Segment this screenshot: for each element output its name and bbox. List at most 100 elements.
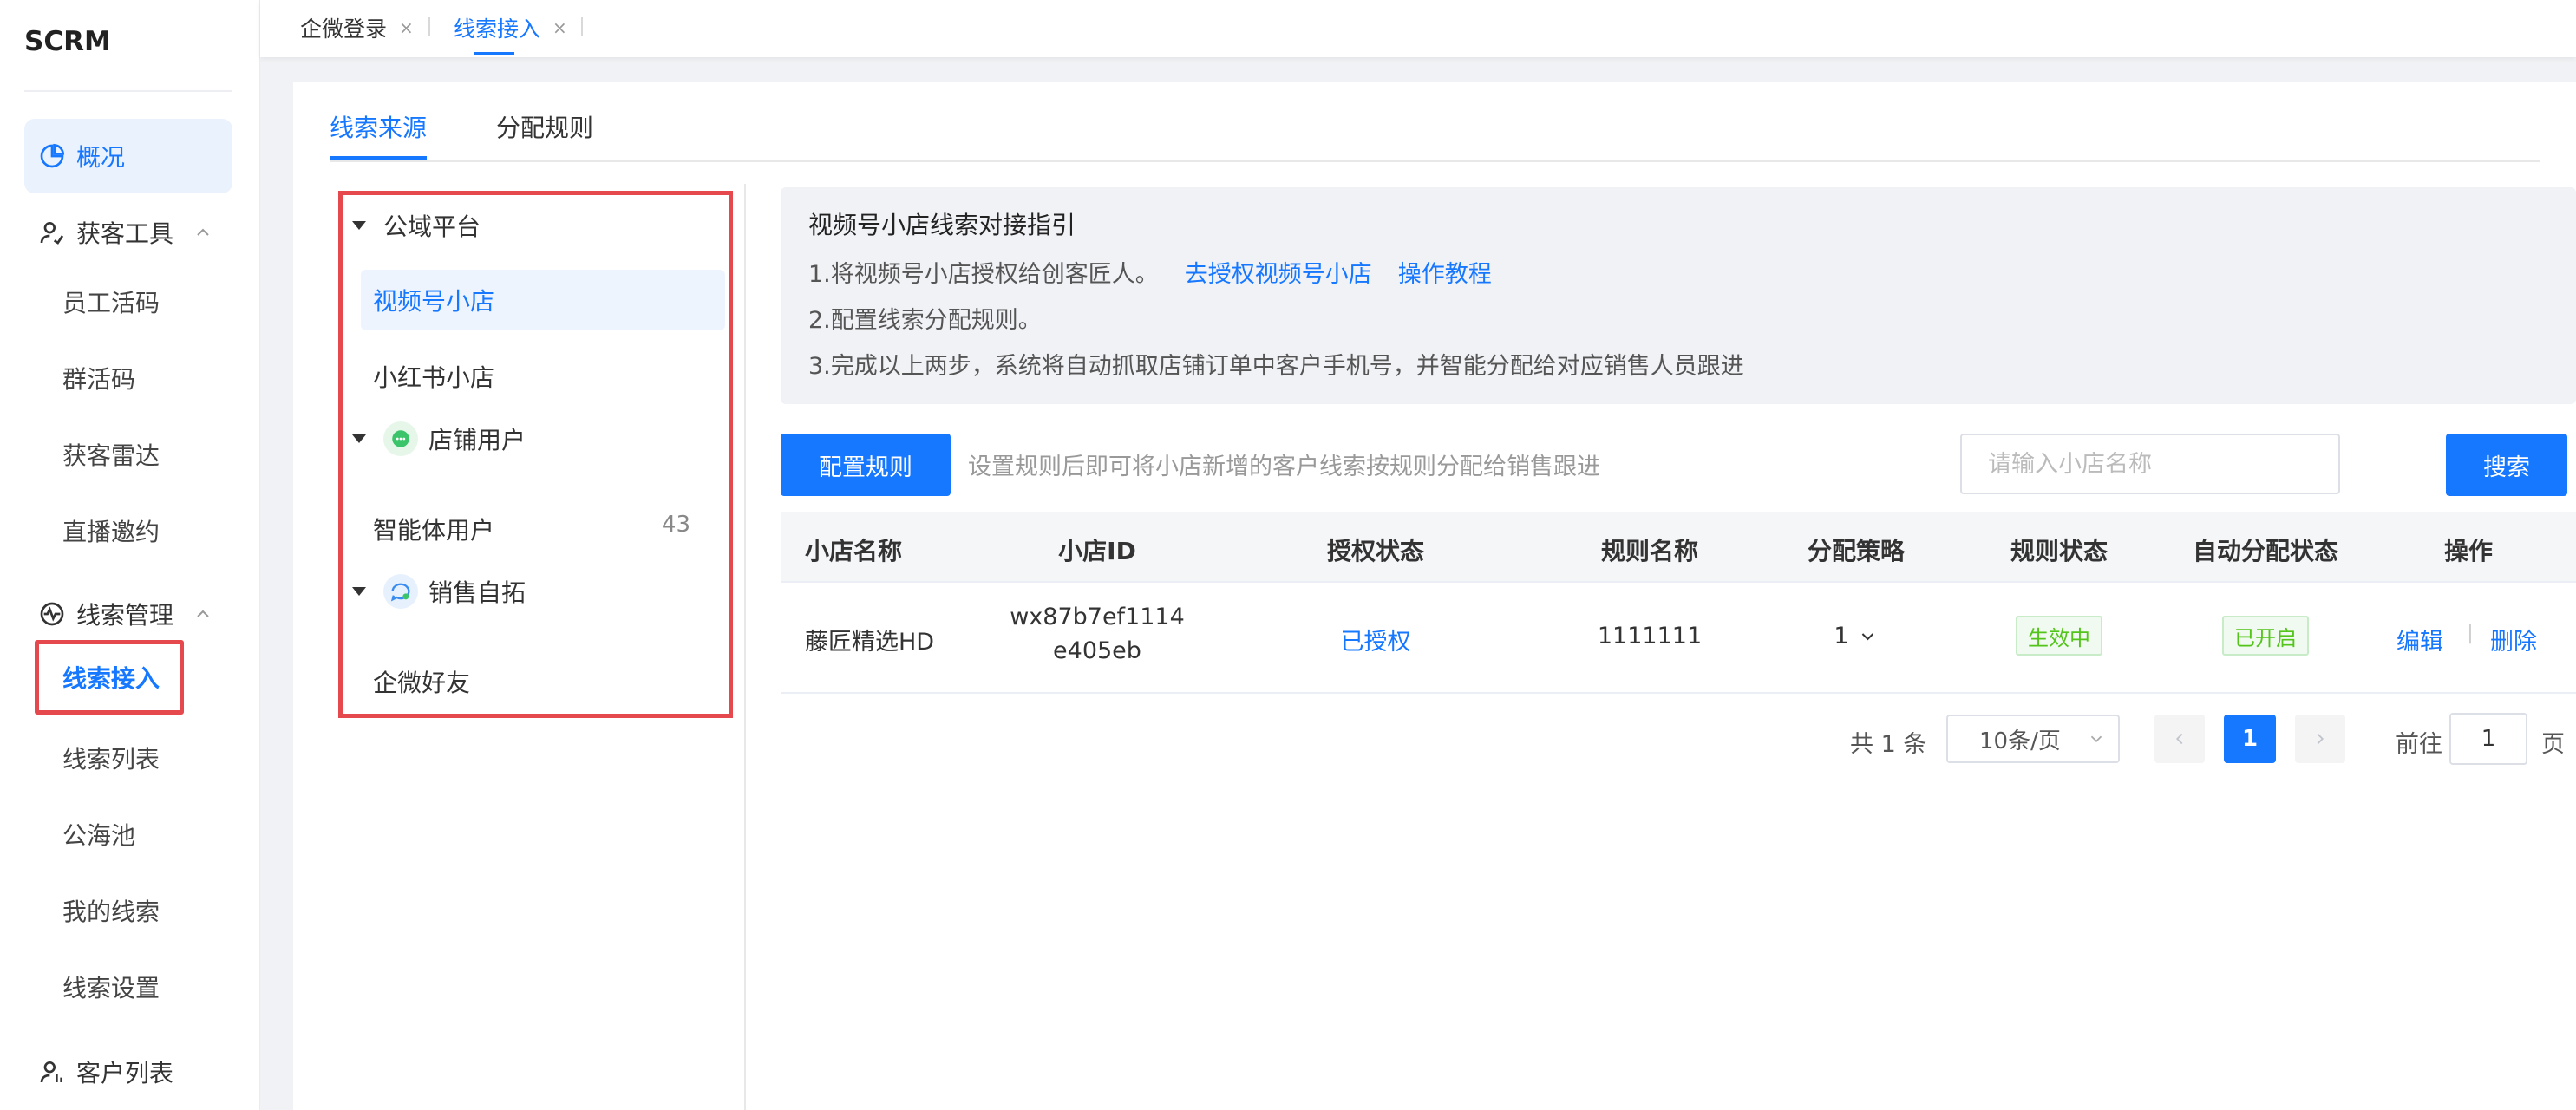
guide-title: 视频号小店线索对接指引 <box>808 211 1076 239</box>
goto-page-input[interactable] <box>2449 713 2527 765</box>
search-button[interactable]: 搜索 <box>2446 434 2567 496</box>
count-badge: 43 <box>661 512 690 538</box>
edit-link[interactable]: 编辑 <box>2396 623 2443 656</box>
caret-down-icon <box>352 221 366 230</box>
integration-guide: 视频号小店线索对接指引 1.将视频号小店授权给创客匠人。 去授权视频号小店 操作… <box>781 187 2576 404</box>
sidebar-item-customer-list[interactable]: 客户列表 <box>38 1046 173 1098</box>
tab-label: 线索接入 <box>454 16 541 42</box>
sidebar-item-label: 概况 <box>76 143 126 172</box>
column-header: 小店ID <box>1058 537 1136 565</box>
divider: | <box>2467 623 2474 644</box>
chat-bubble-icon <box>383 421 418 456</box>
pulse-icon <box>40 602 64 626</box>
sidebar-item-group-code[interactable]: 群活码 <box>62 361 135 395</box>
sidebar-group-label: 线索管理 <box>76 601 174 630</box>
column-header: 规则名称 <box>1600 537 1699 565</box>
sidebar-group-label: 获客工具 <box>76 219 174 248</box>
page-suffix: 页 <box>2541 731 2565 758</box>
tutorial-link[interactable]: 操作教程 <box>1398 255 1492 289</box>
guide-step: 1.将视频号小店授权给创客匠人。 去授权视频号小店 操作教程 <box>808 255 2548 289</box>
goto-label: 前往 <box>2396 731 2442 758</box>
column-header: 规则状态 <box>2010 537 2109 565</box>
divider <box>24 90 232 92</box>
guide-step: 2.配置线索分配规则。 <box>808 307 1042 334</box>
delete-link[interactable]: 删除 <box>2490 623 2537 656</box>
divider <box>744 184 746 1110</box>
sidebar-item-overview[interactable]: 概况 <box>24 119 232 193</box>
page-number-current[interactable]: 1 <box>2224 715 2276 763</box>
column-header: 小店名称 <box>805 537 903 565</box>
shop-id-line: e405eb <box>1053 637 1141 664</box>
tree-item-wecom-friends[interactable]: 企微好友 <box>373 664 470 699</box>
sidebar-item-public-pool[interactable]: 公海池 <box>62 817 135 852</box>
table-row: 藤匠精选HD wx87b7ef1114 e405eb 已授权 1111111 1… <box>781 583 2576 694</box>
pagination-total: 共 1 条 <box>1850 731 1927 758</box>
sidebar-group-acquire[interactable]: 获客工具 <box>38 206 224 258</box>
sidebar-group-clue[interactable]: 线索管理 <box>38 588 224 640</box>
sidebar: SCRM 概况 获客工具 员工活码 群活码 获客雷达 直播邀约 线索管理 线索接… <box>0 0 260 1110</box>
sidebar-item-my-clues[interactable]: 我的线索 <box>62 893 160 928</box>
chevron-up-icon <box>197 610 209 617</box>
customer-icon <box>40 1061 62 1083</box>
tree-node-label: 公域平台 <box>383 212 481 241</box>
sidebar-item-radar[interactable]: 获客雷达 <box>62 437 160 472</box>
prev-page-button[interactable] <box>2154 715 2205 763</box>
close-icon[interactable]: × <box>399 17 414 38</box>
chat-icon <box>383 574 418 609</box>
chevron-down-icon <box>2090 735 2102 743</box>
tab-wecom-login[interactable]: 企微登录 × <box>300 12 414 43</box>
shop-search-input[interactable] <box>1960 434 2340 494</box>
next-page-button[interactable] <box>2295 715 2345 763</box>
guide-step: 3.完成以上两步，系统将自动抓取店铺订单中客户手机号，并智能分配给对应销售人员跟… <box>808 353 1744 380</box>
shop-name-cell: 藤匠精选HD <box>805 629 935 656</box>
chevron-down-icon <box>1861 632 1874 640</box>
user-tool-icon <box>40 222 64 245</box>
column-header: 操作 <box>2443 537 2494 565</box>
divider <box>330 160 2540 162</box>
auto-assign-badge: 已开启 <box>2222 616 2309 656</box>
page-size-value: 10条/页 <box>1979 728 2061 754</box>
close-icon[interactable]: × <box>552 17 567 38</box>
strategy-dropdown[interactable]: 1 <box>1834 623 1878 650</box>
active-tab-indicator <box>330 156 427 160</box>
tab-label: 企微登录 <box>300 16 388 42</box>
config-hint: 设置规则后即可将小店新增的客户线索按规则分配给销售跟进 <box>968 454 1600 480</box>
top-tab-bar: 企微登录 × 线索接入 × <box>260 0 2576 57</box>
sidebar-item-clue-access[interactable]: 线索接入 <box>35 640 184 715</box>
shop-id-cell: wx87b7ef1114 e405eb <box>1010 604 1185 664</box>
tab-clue-access[interactable]: 线索接入 × <box>454 12 567 43</box>
divider <box>428 17 430 36</box>
shop-id-line: wx87b7ef1114 <box>1010 604 1185 630</box>
tree-item-label: 智能体用户 <box>373 516 495 545</box>
page-size-select[interactable]: 10条/页 <box>1946 715 2120 763</box>
guide-step-text: 1.将视频号小店授权给创客匠人。 <box>808 261 1159 288</box>
content-card: 线索来源 分配规则 公域平台 视频号小店 小红书小店 店铺用户 智能体用户 43… <box>293 82 2576 1110</box>
sidebar-item-live-invite[interactable]: 直播邀约 <box>62 513 160 548</box>
config-rule-button[interactable]: 配置规则 <box>781 434 951 496</box>
auth-status-link[interactable]: 已授权 <box>1341 623 1411 656</box>
tree-node-label: 销售自拓 <box>428 578 526 607</box>
chevron-left-icon <box>2175 733 2183 745</box>
tab-clue-source[interactable]: 线索来源 <box>330 109 427 144</box>
pie-chart-icon <box>40 143 65 168</box>
sidebar-item-clue-settings[interactable]: 线索设置 <box>62 970 160 1004</box>
strategy-value: 1 <box>1834 623 1849 650</box>
authorize-shop-link[interactable]: 去授权视频号小店 <box>1185 255 1372 289</box>
tab-assign-rules[interactable]: 分配规则 <box>496 109 593 144</box>
sidebar-item-clue-list[interactable]: 线索列表 <box>62 741 160 775</box>
tree-item-video-shop[interactable]: 视频号小店 <box>361 270 725 330</box>
tree-item-agent-users[interactable]: 智能体用户 43 <box>373 512 716 546</box>
caret-down-icon <box>352 434 366 443</box>
active-tab-indicator <box>474 52 514 56</box>
tree-node-label: 店铺用户 <box>428 426 526 454</box>
column-header: 授权状态 <box>1326 537 1425 565</box>
tree-node-public[interactable]: 公域平台 <box>352 208 481 243</box>
tree-item-xhs-shop[interactable]: 小红书小店 <box>373 359 494 394</box>
tree-node-shop-users[interactable]: 店铺用户 <box>352 421 526 456</box>
table-header: 小店名称 小店ID 授权状态 规则名称 分配策略 规则状态 自动分配状态 操作 <box>781 512 2576 583</box>
caret-down-icon <box>352 587 366 596</box>
rule-name-cell: 1111111 <box>1597 623 1703 650</box>
tree-node-sales[interactable]: 销售自拓 <box>352 574 526 609</box>
sidebar-item-staff-code[interactable]: 员工活码 <box>62 284 160 319</box>
sidebar-item-label: 客户列表 <box>76 1059 174 1087</box>
